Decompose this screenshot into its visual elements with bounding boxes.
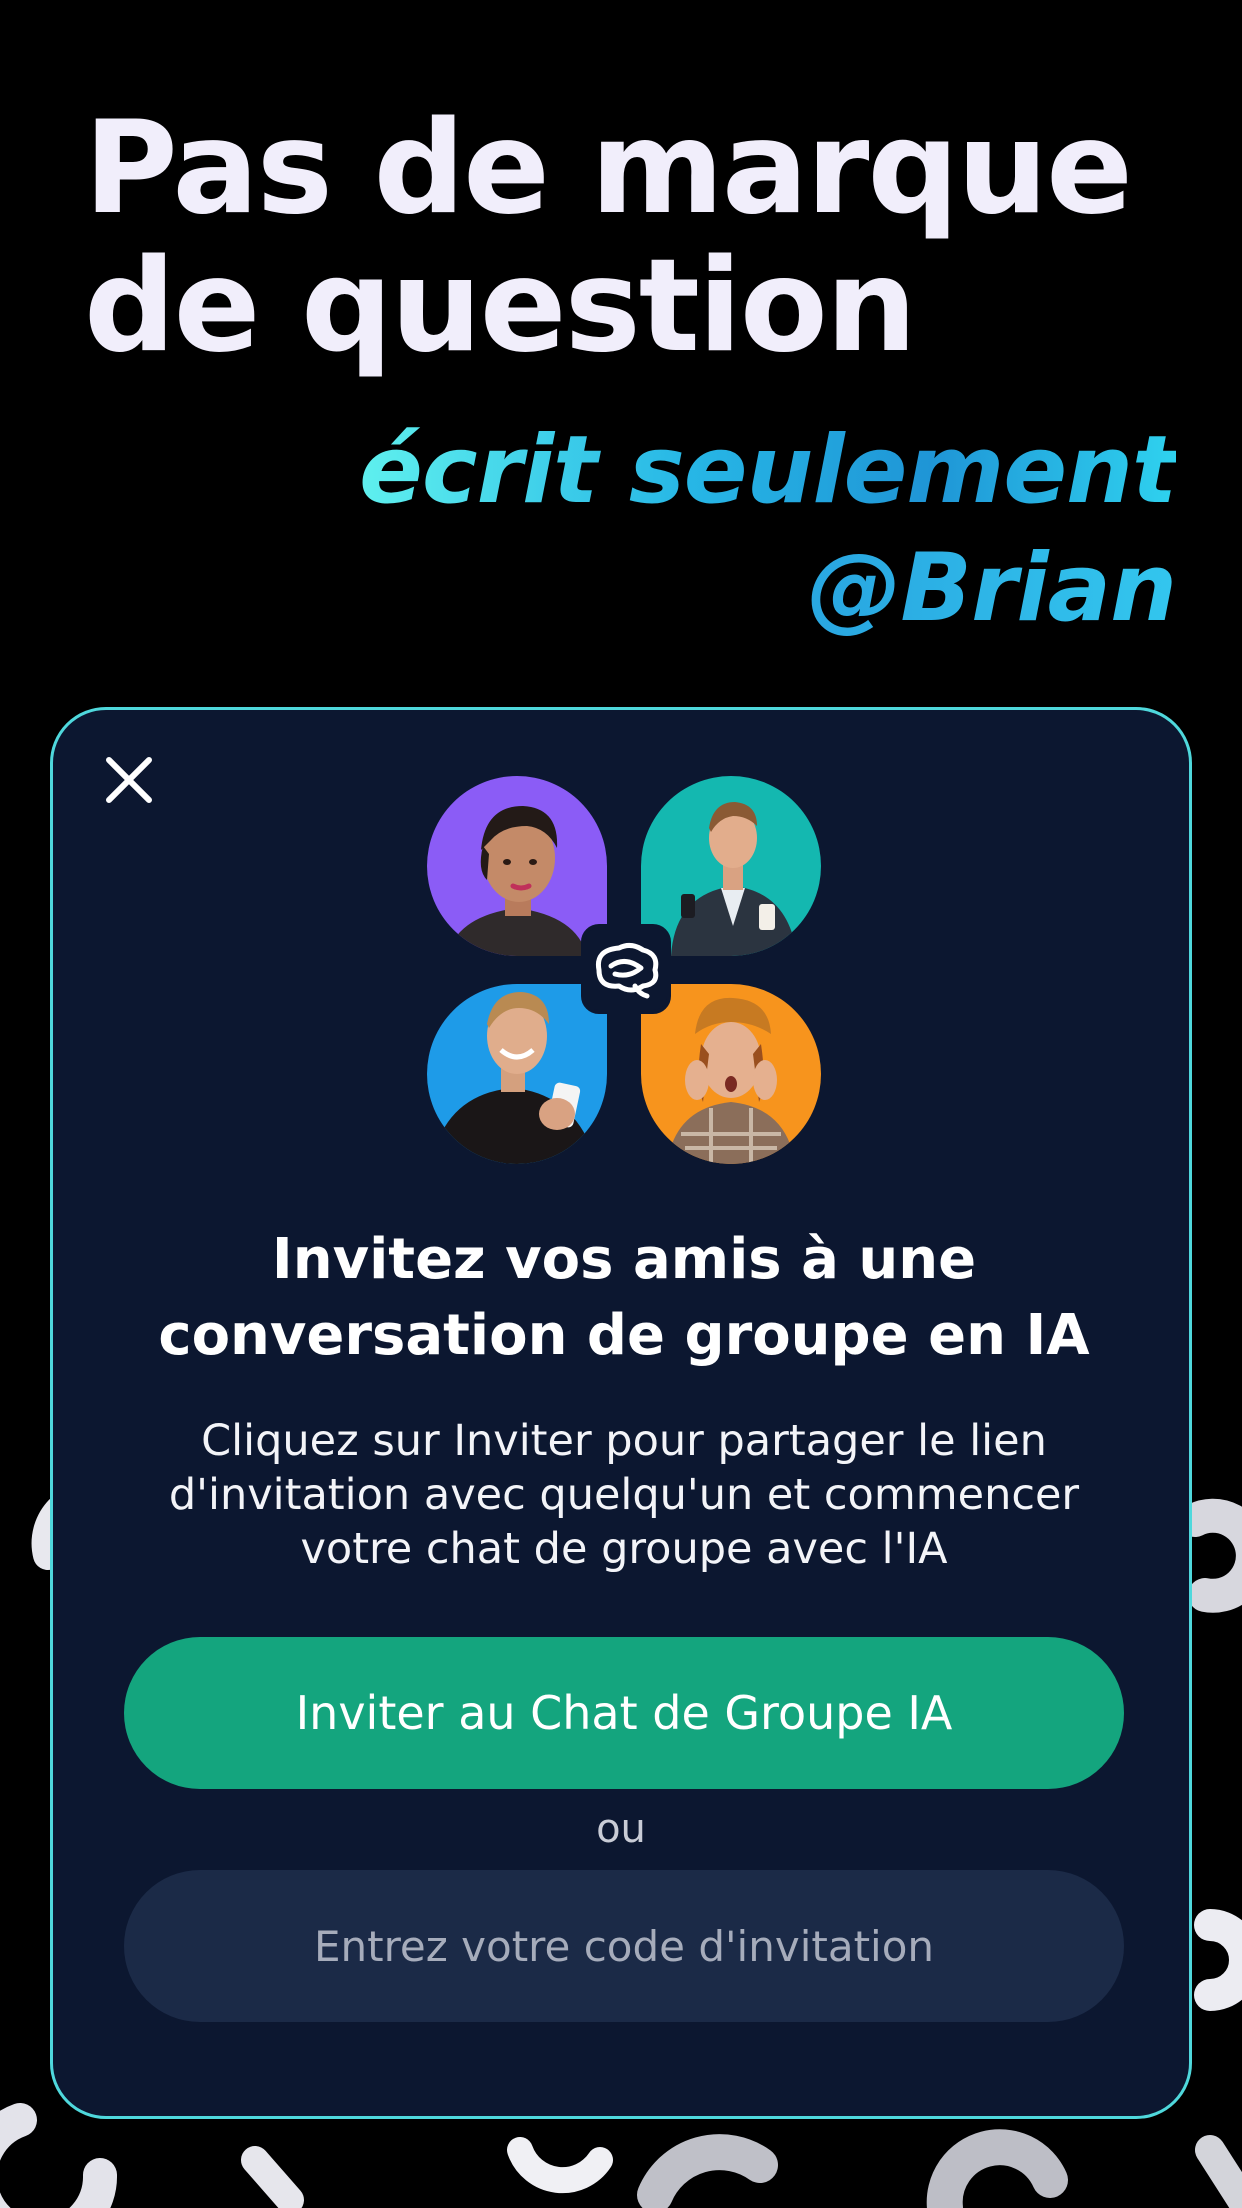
accent-line-2: @Brian	[359, 530, 1177, 648]
or-separator: ou	[596, 1806, 646, 1852]
accent-line-1: écrit seulement	[359, 412, 1177, 530]
invite-modal: Invitez vos amis à une conversation de g…	[50, 707, 1192, 2119]
avatar-man-suit	[641, 776, 821, 956]
avatar-woman-short-hair	[427, 776, 607, 956]
avatar-grid	[427, 776, 825, 1168]
avatar-smiling-man-phone	[427, 984, 607, 1164]
app-logo-badge	[581, 924, 671, 1014]
invite-code-input[interactable]	[124, 1870, 1124, 2022]
brain-logo-icon	[595, 942, 659, 999]
headline-line-2: de question	[84, 232, 917, 381]
close-button[interactable]	[99, 750, 159, 810]
accent-tagline: écrit seulement @Brian	[359, 412, 1177, 648]
invite-group-chat-button[interactable]: Inviter au Chat de Groupe IA	[124, 1637, 1124, 1789]
modal-title: Invitez vos amis à une conversation de g…	[158, 1227, 1090, 1368]
avatar-surprised-woman	[641, 984, 821, 1164]
modal-description: Cliquez sur Inviter pour partager le lie…	[168, 1416, 1080, 1574]
headline-line-1: Pas de marque	[84, 94, 1133, 243]
close-icon	[106, 757, 152, 803]
headline: Pas de marque de question	[84, 100, 1184, 376]
